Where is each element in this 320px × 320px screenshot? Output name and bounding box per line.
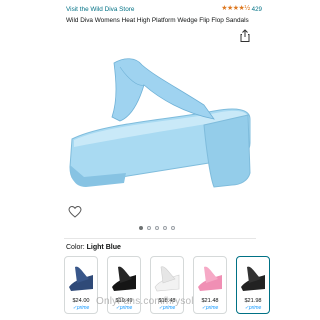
carousel-dot[interactable] xyxy=(155,226,159,230)
swatch-black-patent[interactable]: $21.98 ✓prime xyxy=(236,256,270,314)
color-selector-label: Color: Light Blue xyxy=(66,244,121,251)
prime-badge: ✓prime xyxy=(72,305,90,311)
carousel-dot[interactable] xyxy=(163,226,167,230)
carousel-dot[interactable] xyxy=(139,226,143,230)
prime-badge: ✓prime xyxy=(244,305,262,311)
star-rating-icon: ★★★★½ xyxy=(221,5,250,12)
product-image[interactable] xyxy=(64,27,256,227)
watermark: OnlyFans.com/hrysol xyxy=(96,296,194,307)
color-swatches: $24.00 ✓prime $19.49 ✓prime $18.48 ✓prim… xyxy=(64,256,270,320)
swatch-navy[interactable]: $24.00 ✓prime xyxy=(64,256,98,314)
carousel-dot[interactable] xyxy=(147,226,151,230)
color-label: Color: xyxy=(66,244,85,251)
product-title: Wild Diva Womens Heat High Platform Wedg… xyxy=(66,17,249,24)
share-icon[interactable] xyxy=(238,29,252,43)
swatch-price: $21.48 xyxy=(201,298,219,304)
prime-badge: ✓prime xyxy=(201,305,219,311)
selected-color: Light Blue xyxy=(86,244,121,251)
heart-icon[interactable] xyxy=(68,205,82,219)
product-header: Visit the Wild Diva Store ★★★★½ 429 Wild… xyxy=(66,5,262,28)
carousel-dot[interactable] xyxy=(171,226,175,230)
image-carousel-dots[interactable] xyxy=(139,226,175,230)
product-image-gallery[interactable] xyxy=(64,27,256,235)
rating-count[interactable]: 429 xyxy=(252,6,262,13)
rating[interactable]: ★★★★½ 429 xyxy=(221,5,262,13)
swatch-price: $21.98 xyxy=(244,298,262,304)
swatch-pink[interactable]: $21.48 ✓prime xyxy=(193,256,227,314)
divider xyxy=(64,238,256,239)
swatch-price: $24.00 xyxy=(72,298,90,304)
visit-store-link[interactable]: Visit the Wild Diva Store xyxy=(66,6,134,13)
